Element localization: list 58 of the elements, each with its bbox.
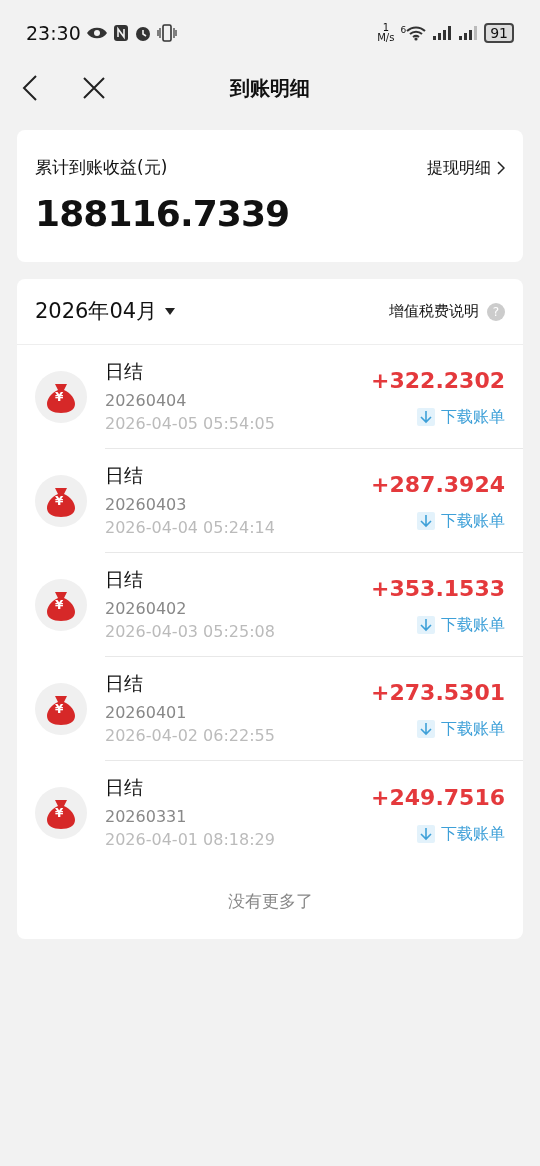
status-time: 23:30 — [26, 20, 81, 46]
entry-time: 2026-04-05 05:54:05 — [105, 412, 276, 435]
entry-time: 2026-04-04 05:24:14 — [105, 516, 276, 539]
download-icon — [417, 616, 435, 634]
withdraw-detail-link[interactable]: 提现明细 — [427, 155, 505, 180]
entry-title: 日结 — [105, 358, 144, 384]
entry-code: 20260403 — [105, 493, 188, 516]
yen-sign: ¥ — [55, 390, 64, 404]
caret-down-icon — [165, 308, 176, 315]
wifi-label: 6 — [400, 25, 407, 35]
entry-amount: +273.5301 — [371, 679, 505, 707]
summary-label: 累计到账收益(元) — [35, 156, 168, 179]
yen-sign: ¥ — [55, 806, 64, 820]
download-bill-link[interactable]: 下载账单 — [417, 613, 505, 637]
entry-code: 20260404 — [105, 389, 188, 412]
download-bill-link[interactable]: 下载账单 — [417, 717, 505, 741]
download-bill-link[interactable]: 下载账单 — [417, 405, 505, 429]
tax-info-link[interactable]: 增值税费说明 — [389, 300, 479, 323]
battery-indicator: 91 — [484, 23, 514, 43]
entry-code: 20260401 — [105, 701, 188, 724]
yen-sign: ¥ — [55, 702, 64, 716]
alarm-icon — [133, 24, 152, 42]
download-icon — [417, 720, 435, 738]
speed-value: 1 — [382, 23, 389, 33]
download-bill-link[interactable]: 下载账单 — [417, 821, 505, 846]
entry-amount: +287.3924 — [371, 471, 505, 499]
vibrate-icon — [156, 24, 177, 42]
entry-time: 2026-04-01 08:18:29 — [105, 829, 276, 851]
wifi-icon — [406, 25, 427, 41]
yen-sign: ¥ — [55, 494, 64, 508]
entry-code: 20260331 — [105, 806, 188, 828]
help-icon[interactable]: ? — [487, 302, 505, 321]
yen-sign: ¥ — [55, 598, 64, 612]
chevron-right-icon — [497, 160, 505, 175]
download-icon — [417, 824, 435, 843]
entry-title: 日结 — [105, 566, 144, 592]
no-more-text: 没有更多了 — [227, 890, 313, 914]
entry-amount: +322.2302 — [371, 367, 505, 395]
entry-time: 2026-04-03 05:25:08 — [105, 620, 276, 643]
entry-title: 日结 — [105, 775, 144, 800]
download-bill-link[interactable]: 下载账单 — [417, 509, 505, 533]
entry-code: 20260402 — [105, 597, 188, 620]
download-icon — [417, 408, 435, 426]
entry-time: 2026-04-02 06:22:55 — [105, 724, 276, 747]
entry-amount: +353.1533 — [371, 575, 505, 603]
nfc-icon — [112, 24, 129, 42]
entry-title: 日结 — [105, 670, 144, 696]
total-amount: 188116.7339 — [35, 191, 291, 236]
signal-icon — [432, 25, 453, 41]
download-icon — [417, 512, 435, 530]
month-dropdown[interactable]: 2026年04月 — [35, 295, 176, 328]
close-button[interactable] — [82, 75, 108, 101]
eye-icon — [85, 26, 108, 40]
page-title: 到账明细 — [230, 75, 310, 102]
signal-icon — [458, 25, 479, 41]
speed-unit: M/s — [377, 33, 395, 43]
entry-amount: +249.7516 — [371, 783, 505, 812]
entry-title: 日结 — [105, 462, 144, 488]
